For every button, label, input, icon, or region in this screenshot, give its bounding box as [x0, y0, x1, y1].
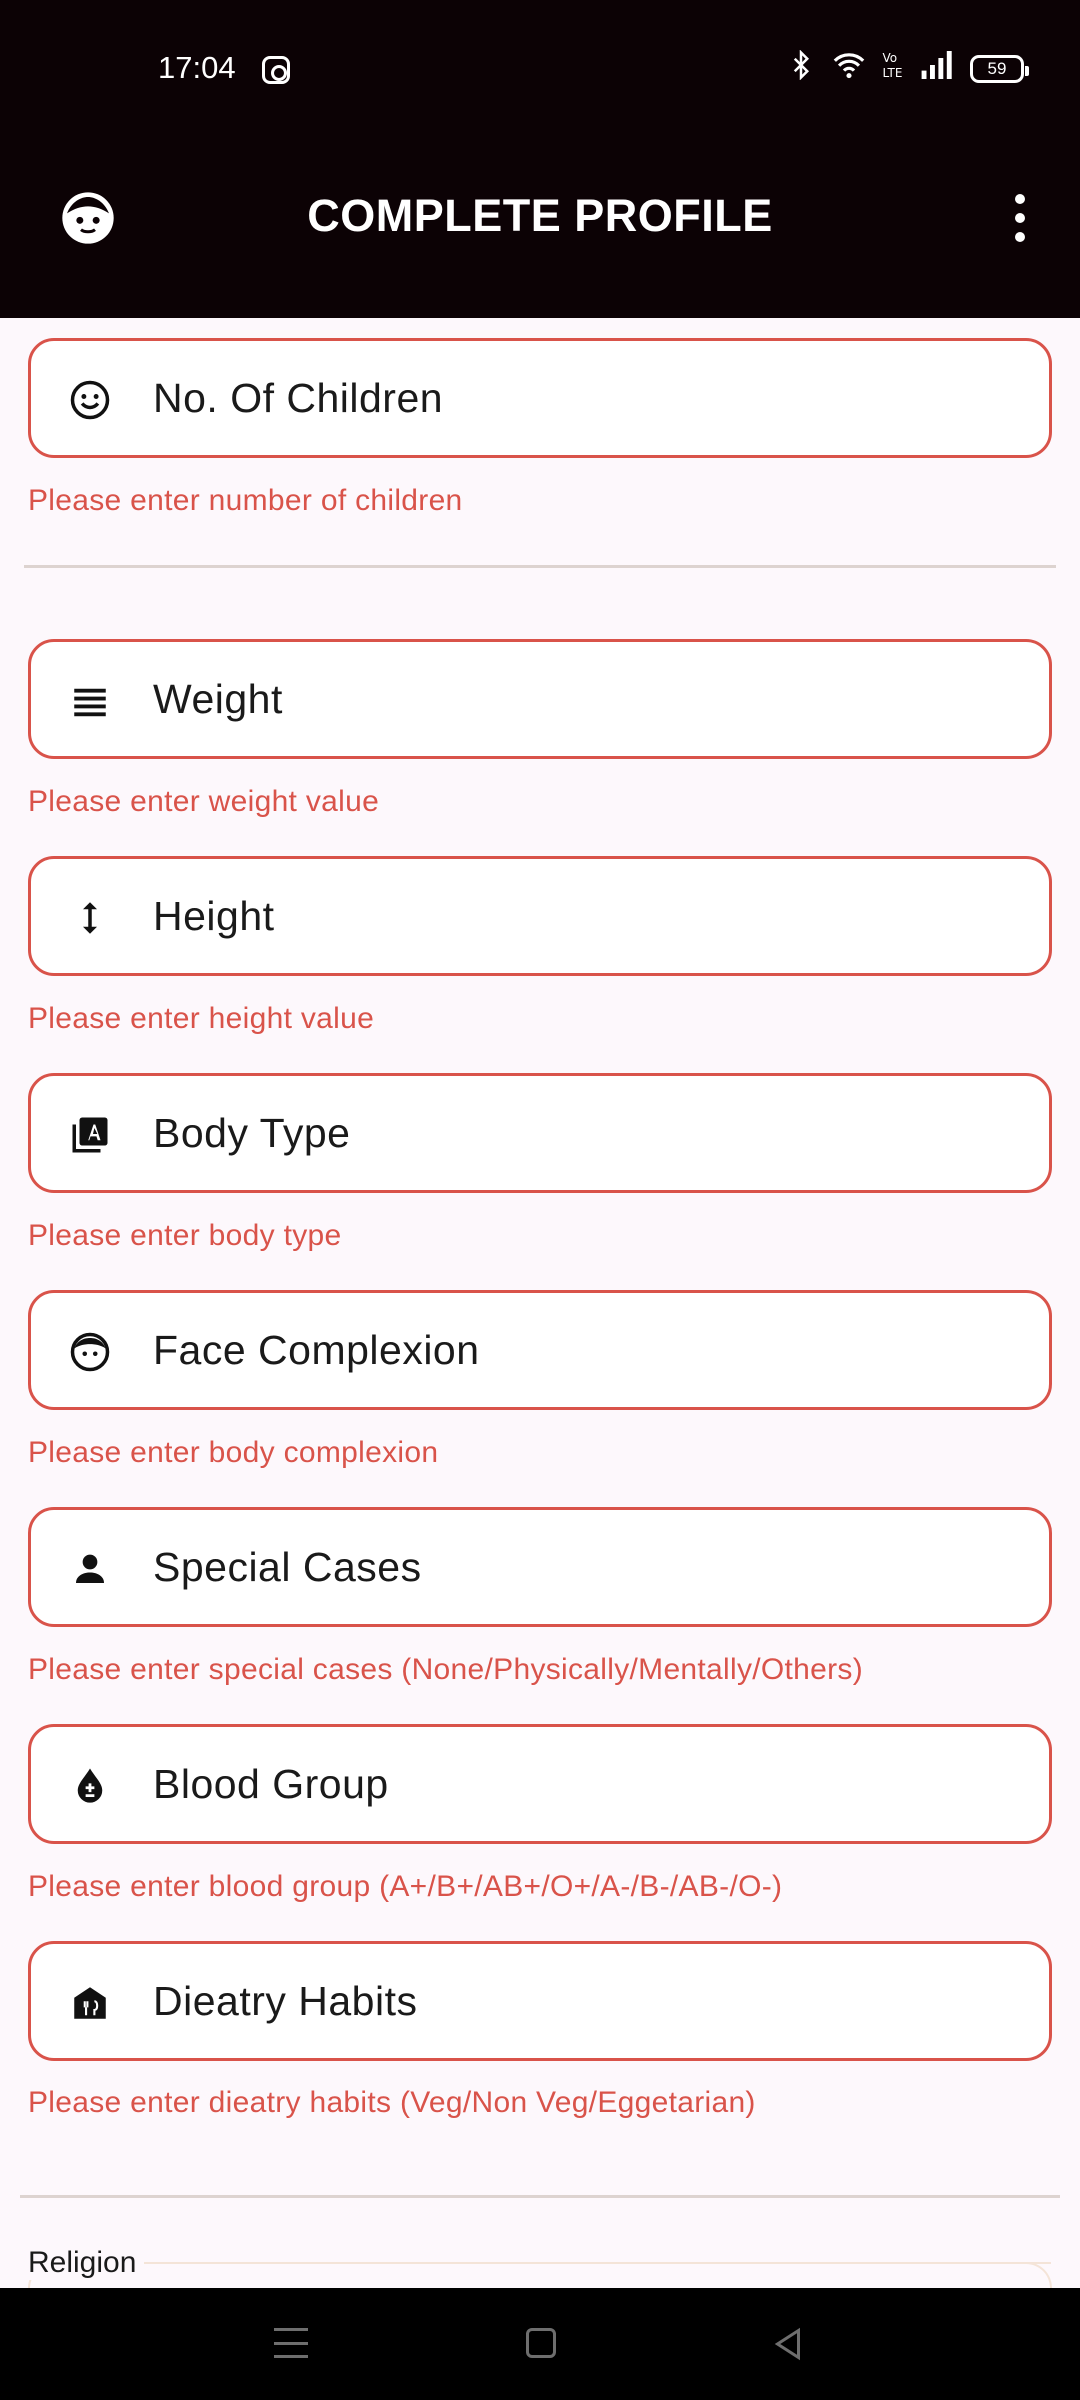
children-label: No. Of Children [153, 375, 444, 421]
instagram-icon [262, 56, 290, 84]
dietary-habits-field[interactable]: Dieatry Habits [28, 1941, 1052, 2061]
signal-icon [920, 51, 954, 86]
lines-icon [69, 680, 111, 722]
blood-drop-icon [69, 1765, 111, 1807]
volte-icon: Vo LTE [882, 50, 904, 87]
font-library-icon [69, 1114, 111, 1156]
height-field[interactable]: Height [28, 856, 1052, 976]
face-icon [69, 1331, 111, 1373]
weight-field[interactable]: Weight [28, 639, 1052, 759]
religion-outline [165, 2262, 1051, 2264]
dietary-habits-label: Dieatry Habits [153, 1978, 418, 2024]
face-complexion-field[interactable]: Face Complexion [28, 1290, 1052, 1410]
recent-apps-icon[interactable] [274, 2328, 308, 2358]
top-bar: 17:04 Vo LTE 59 COMPLETE PROFILE [0, 0, 1080, 318]
bluetooth-icon [786, 49, 816, 87]
body-type-label: Body Type [153, 1110, 351, 1156]
page-title: COMPLETE PROFILE [307, 190, 773, 241]
more-options-icon[interactable] [1010, 194, 1030, 242]
face-complexion-error: Please enter body complexion [28, 1436, 439, 1469]
screen: 17:04 Vo LTE 59 COMPLETE PROFILE No. Of … [0, 0, 1080, 2400]
special-cases-error: Please enter special cases (None/Physica… [28, 1653, 864, 1686]
section-divider [24, 565, 1056, 568]
svg-text:LTE: LTE [883, 66, 903, 80]
special-cases-label: Special Cases [153, 1544, 422, 1590]
svg-text:Vo: Vo [883, 51, 898, 65]
dietary-habits-error: Please enter dieatry habits (Veg/Non Veg… [28, 2086, 756, 2119]
home-icon[interactable] [526, 2328, 556, 2358]
restaurant-icon [69, 1982, 111, 2024]
person-icon [69, 1548, 111, 1590]
body-type-field[interactable]: Body Type [28, 1073, 1052, 1193]
weight-error: Please enter weight value [28, 785, 380, 818]
status-time: 17:04 [158, 50, 236, 85]
face-complexion-label: Face Complexion [153, 1327, 480, 1373]
blood-group-error: Please enter blood group (A+/B+/AB+/O+/A… [28, 1870, 783, 1903]
religion-label: Religion [28, 2246, 145, 2280]
battery-icon: 59 [970, 54, 1029, 83]
back-icon[interactable] [770, 2326, 806, 2367]
children-field[interactable]: No. Of Children [28, 338, 1052, 458]
children-error: Please enter number of children [28, 484, 463, 517]
special-cases-field[interactable]: Special Cases [28, 1507, 1052, 1627]
wifi-icon [832, 50, 866, 87]
blood-group-field[interactable]: Blood Group [28, 1724, 1052, 1844]
face-smile-icon [69, 379, 111, 421]
blood-group-label: Blood Group [153, 1761, 389, 1807]
height-arrows-icon [69, 897, 111, 939]
section-divider [20, 2195, 1060, 2198]
height-error: Please enter height value [28, 1002, 375, 1035]
weight-label: Weight [153, 676, 283, 722]
height-label: Height [153, 893, 275, 939]
body-type-error: Please enter body type [28, 1219, 342, 1252]
system-nav-bar [0, 2288, 1080, 2400]
status-icons: Vo LTE 59 [786, 49, 1029, 87]
